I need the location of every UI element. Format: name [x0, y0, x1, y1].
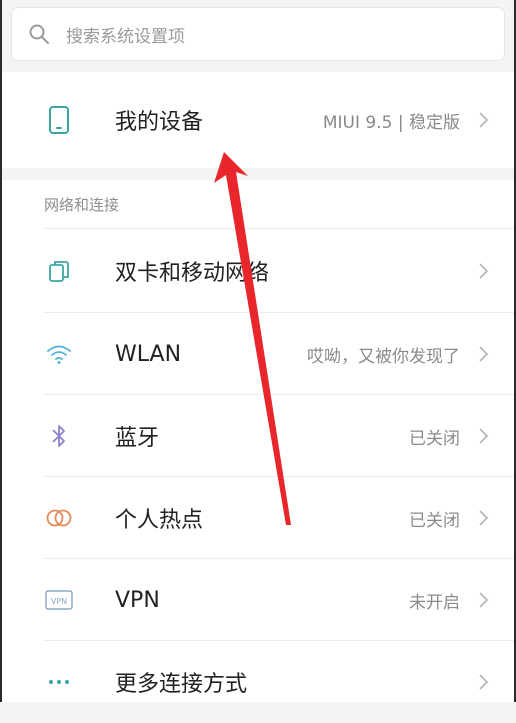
phone-icon: [42, 103, 76, 137]
search-area: 搜索系统设置项: [2, 0, 514, 72]
settings-item-label: 个人热点: [115, 508, 204, 533]
search-input[interactable]: 搜索系统设置项: [12, 8, 504, 60]
search-icon: [28, 23, 50, 45]
chevron-right-icon: [474, 345, 492, 363]
vpn-badge-text: VPN: [51, 597, 67, 606]
chevron-right-icon: [474, 262, 492, 280]
chevron-right-icon: [474, 427, 492, 445]
settings-item-label: 更多连接方式: [115, 672, 248, 697]
settings-item-dual-sim[interactable]: 双卡和移动网络: [2, 230, 514, 312]
section-gap: [2, 168, 514, 180]
divider: [44, 228, 514, 229]
settings-item-label: VPN: [115, 587, 160, 613]
settings-item-value: 哎呦，又被你发现了: [307, 346, 460, 367]
settings-item-label: 蓝牙: [115, 426, 160, 451]
network-settings-list: 网络和连接 双卡和移动网络 WLAN 哎呦，又被你发现了 蓝牙 已关闭 个人热点…: [2, 180, 514, 702]
chevron-right-icon: [474, 509, 492, 527]
settings-item-value: 未开启: [409, 592, 460, 613]
vpn-icon: VPN: [42, 583, 76, 617]
my-device-row[interactable]: 我的设备 MIUI 9.5 | 稳定版: [2, 72, 514, 168]
settings-item-vpn[interactable]: VPN VPN 未开启: [2, 559, 514, 641]
chevron-right-icon: [474, 591, 492, 609]
more-dots-icon: [42, 665, 76, 699]
my-device-label: 我的设备: [115, 110, 204, 135]
settings-item-label: WLAN: [115, 341, 182, 367]
settings-item-label: 双卡和移动网络: [115, 261, 270, 286]
settings-item-wlan[interactable]: WLAN 哎呦，又被你发现了: [2, 313, 514, 395]
chevron-right-icon: [474, 111, 492, 129]
chevron-right-icon: [474, 673, 492, 691]
my-device-value: MIUI 9.5 | 稳定版: [322, 112, 460, 133]
search-placeholder: 搜索系统设置项: [66, 26, 185, 47]
settings-item-value: 已关闭: [409, 428, 460, 449]
settings-item-hotspot[interactable]: 个人热点 已关闭: [2, 477, 514, 559]
wifi-icon: [42, 337, 76, 371]
bluetooth-icon: [42, 419, 76, 453]
settings-item-value: 已关闭: [409, 510, 460, 531]
settings-item-bluetooth[interactable]: 蓝牙 已关闭: [2, 395, 514, 477]
hotspot-icon: [42, 501, 76, 535]
section-title: 网络和连接: [44, 196, 120, 214]
dual-sim-icon: [42, 254, 76, 288]
settings-item-more-connections[interactable]: 更多连接方式: [2, 641, 514, 723]
